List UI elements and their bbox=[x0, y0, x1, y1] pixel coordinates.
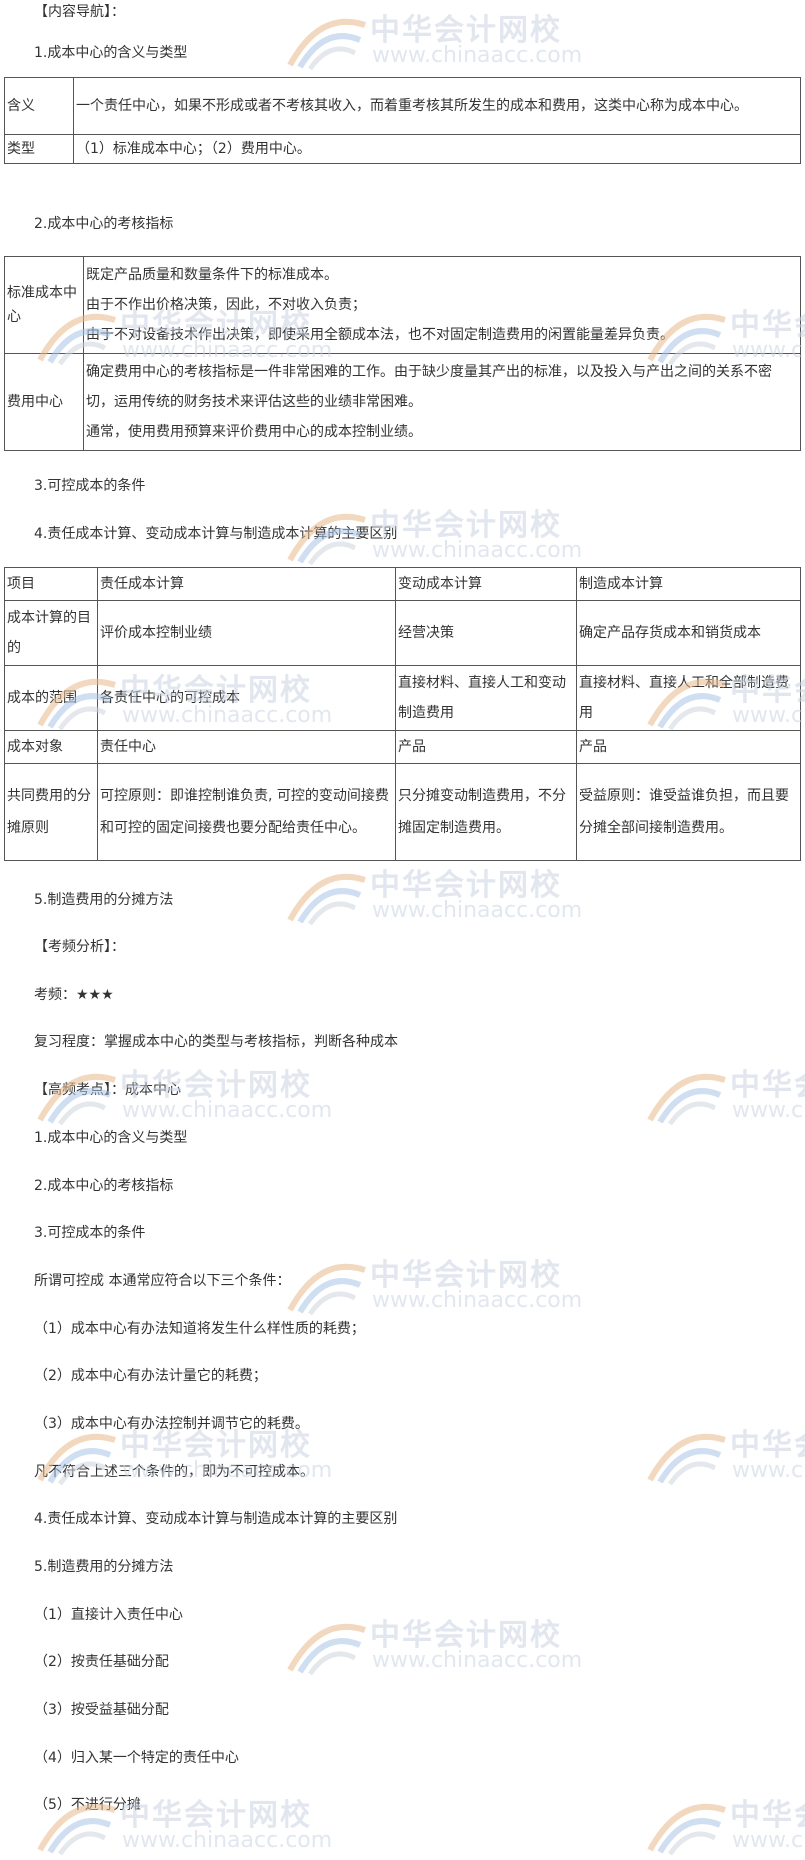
method-item: （1）直接计入责任中心 bbox=[34, 1607, 183, 1623]
nav-heading: 【内容导航】： bbox=[34, 4, 125, 20]
table-line: 通常，使用费用预算来评价费用中心的成本控制业绩。 bbox=[86, 424, 422, 440]
table-center-definition: 含义 一个责任中心，如果不形成或者不考核其收入，而着重考核其所发生的成本和费用，… bbox=[4, 77, 801, 164]
table-cell: 直接材料、直接人工和变动制造费用 bbox=[395, 665, 577, 731]
table-cell-label: 类型 bbox=[4, 134, 74, 164]
table-cell: 产品 bbox=[576, 730, 801, 764]
table-row: 成本计算的目的 评价成本控制业绩 经营决策 确定产品存货成本和销货成本 bbox=[4, 600, 801, 666]
watermark-logo-icon bbox=[287, 1623, 366, 1676]
non-controllable-note: 凡不符合上述三个条件的，即为不可控成本。 bbox=[34, 1464, 314, 1480]
watermark-logo-icon bbox=[287, 18, 366, 71]
table-line: 既定产品质量和数量条件下的标准成本。 bbox=[86, 267, 338, 283]
section3-title: 3.可控成本的条件 bbox=[34, 478, 146, 494]
watermark-url: www.chinaacc.com bbox=[732, 1828, 805, 1853]
watermark-text: 中华会计网校 bbox=[370, 1258, 562, 1293]
hot-heading: 【高频考点】：成本中心 bbox=[34, 1082, 181, 1098]
table-line: 确定费用中心的考核指标是一件非常困难的工作。由于缺少度量其产出的标准，以及投入与… bbox=[86, 364, 772, 410]
watermark-url: www.chinaacc.com bbox=[732, 1098, 805, 1123]
method-item: （3）按受益基础分配 bbox=[34, 1702, 169, 1718]
table-cell: 只分摊变动制造费用，不分摊固定制造费用。 bbox=[395, 763, 577, 861]
table-cell: 评价成本控制业绩 bbox=[97, 600, 396, 666]
condition-item: （2）成本中心有办法计量它的耗费； bbox=[34, 1368, 267, 1384]
watermark-text: 中华会计网校 bbox=[370, 1618, 562, 1653]
table-cell: 成本计算的目的 bbox=[4, 600, 98, 666]
table-row: 含义 一个责任中心，如果不形成或者不考核其收入，而着重考核其所发生的成本和费用，… bbox=[4, 77, 801, 135]
controllable-intro: 所谓可控成 本通常应符合以下三个条件： bbox=[34, 1273, 291, 1289]
table-cost-comparison: 项目 责任成本计算 变动成本计算 制造成本计算 成本计算的目的 评价成本控制业绩… bbox=[4, 567, 801, 861]
table-cell: 共同费用的分摊原则 bbox=[4, 763, 98, 861]
watermark-logo-icon bbox=[647, 1803, 726, 1856]
table-cell: 可控原则：即谁控制谁负责, 可控的变动间接费和可控的固定间接费也要分配给责任中心… bbox=[97, 763, 396, 861]
watermark-url: www.chinaacc.com bbox=[372, 43, 583, 68]
watermark-text: 中华会计网校 bbox=[730, 1428, 805, 1463]
table-row: 共同费用的分摊原则 可控原则：即谁控制谁负责, 可控的变动间接费和可控的固定间接… bbox=[4, 763, 801, 861]
table-line: 由于不作出价格决策，因此，不对收入负责； bbox=[86, 297, 366, 313]
table-cell: 成本的范围 bbox=[4, 665, 98, 731]
watermark-text: 中华会计网校 bbox=[370, 868, 562, 903]
table-cell: 受益原则：谁受益谁负担，而且要分摊全部间接制造费用。 bbox=[576, 763, 801, 861]
method-item: （5）不进行分摊 bbox=[34, 1797, 141, 1813]
watermark-text: 中华会计网校 bbox=[120, 1798, 312, 1833]
table-cell: 产品 bbox=[395, 730, 577, 764]
table-row: 费用中心 确定费用中心的考核指标是一件非常困难的工作。由于缺少度量其产出的标准，… bbox=[4, 353, 801, 451]
table-cell: 责任中心 bbox=[97, 730, 396, 764]
table-header-cell: 制造成本计算 bbox=[576, 567, 801, 601]
section2-title: 2.成本中心的考核指标 bbox=[34, 216, 174, 232]
hot-item: 4.责任成本计算、变动成本计算与制造成本计算的主要区别 bbox=[34, 1511, 398, 1527]
watermark-url: www.chinaacc.com bbox=[372, 538, 583, 563]
watermark-url: www.chinaacc.com bbox=[732, 1458, 805, 1483]
hot-item: 3.可控成本的条件 bbox=[34, 1225, 146, 1241]
watermark-text: 中华会计网校 bbox=[730, 1068, 805, 1103]
table-row: 成本的范围 各责任中心的可控成本 直接材料、直接人工和变动制造费用 直接材料、直… bbox=[4, 665, 801, 731]
section1-title: 1.成本中心的含义与类型 bbox=[34, 45, 188, 61]
watermark-url: www.chinaacc.com bbox=[372, 1648, 583, 1673]
table-center-indicators: 标准成本中心 既定产品质量和数量条件下的标准成本。 由于不作出价格决策，因此，不… bbox=[4, 256, 801, 451]
condition-item: （1）成本中心有办法知道将发生什么样性质的耗费； bbox=[34, 1321, 365, 1337]
method-item: （2）按责任基础分配 bbox=[34, 1654, 169, 1670]
watermark-logo-icon bbox=[647, 1433, 726, 1486]
table-cell-content: 一个责任中心，如果不形成或者不考核其收入，而着重考核其所发生的成本和费用，这类中… bbox=[73, 77, 801, 135]
table-row: 成本对象 责任中心 产品 产品 bbox=[4, 730, 801, 764]
condition-item: （3）成本中心有办法控制并调节它的耗费。 bbox=[34, 1416, 309, 1432]
watermark-logo-icon bbox=[287, 1263, 366, 1316]
table-cell-label: 费用中心 bbox=[4, 353, 84, 451]
table-header-row: 项目 责任成本计算 变动成本计算 制造成本计算 bbox=[4, 567, 801, 601]
section5-title: 5.制造费用的分摊方法 bbox=[34, 892, 174, 908]
watermark-url: www.chinaacc.com bbox=[372, 898, 583, 923]
table-line: 由于不对设备技术作出决策，即使采用全额成本法，也不对固定制造费用的闲置能量差异负… bbox=[86, 327, 674, 343]
table-row: 类型 （1）标准成本中心；（2）费用中心。 bbox=[4, 134, 801, 164]
table-cell-content: 确定费用中心的考核指标是一件非常困难的工作。由于缺少度量其产出的标准，以及投入与… bbox=[83, 353, 801, 451]
table-header-cell: 变动成本计算 bbox=[395, 567, 577, 601]
table-header-cell: 项目 bbox=[4, 567, 98, 601]
section4-title: 4.责任成本计算、变动成本计算与制造成本计算的主要区别 bbox=[34, 526, 398, 542]
watermark-url: www.chinaacc.com bbox=[122, 1098, 333, 1123]
table-cell: 经营决策 bbox=[395, 600, 577, 666]
table-header-cell: 责任成本计算 bbox=[97, 567, 396, 601]
table-cell-content: 既定产品质量和数量条件下的标准成本。 由于不作出价格决策，因此，不对收入负责； … bbox=[83, 256, 801, 354]
table-cell: 直接材料、直接人工和全部制造费用 bbox=[576, 665, 801, 731]
table-cell: 各责任中心的可控成本 bbox=[97, 665, 396, 731]
watermark-text: 中华会计网校 bbox=[370, 508, 562, 543]
hot-item: 1.成本中心的含义与类型 bbox=[34, 1130, 188, 1146]
watermark-logo-icon bbox=[647, 1073, 726, 1126]
table-cell-content: （1）标准成本中心；（2）费用中心。 bbox=[73, 134, 801, 164]
method-item: （4）归入某一个特定的责任中心 bbox=[34, 1750, 239, 1766]
table-cell: 确定产品存货成本和销货成本 bbox=[576, 600, 801, 666]
hot-item: 2.成本中心的考核指标 bbox=[34, 1178, 174, 1194]
freq-heading: 【考频分析】： bbox=[34, 939, 125, 955]
hot-item: 5.制造费用的分摊方法 bbox=[34, 1559, 174, 1575]
watermark-text: 中华会计网校 bbox=[370, 13, 562, 48]
table-cell-label: 标准成本中心 bbox=[4, 256, 84, 354]
watermark-text: 中华会计网校 bbox=[730, 1798, 805, 1833]
review-level: 复习程度：掌握成本中心的类型与考核指标，判断各种成本 bbox=[34, 1034, 398, 1050]
table-row: 标准成本中心 既定产品质量和数量条件下的标准成本。 由于不作出价格决策，因此，不… bbox=[4, 256, 801, 354]
watermark-url: www.chinaacc.com bbox=[372, 1288, 583, 1313]
watermark-url: www.chinaacc.com bbox=[122, 1828, 333, 1853]
table-cell: 成本对象 bbox=[4, 730, 98, 764]
table-cell-label: 含义 bbox=[4, 77, 74, 135]
freq-label: 考频：★★★ bbox=[34, 987, 114, 1003]
watermark-logo-icon bbox=[287, 873, 366, 926]
